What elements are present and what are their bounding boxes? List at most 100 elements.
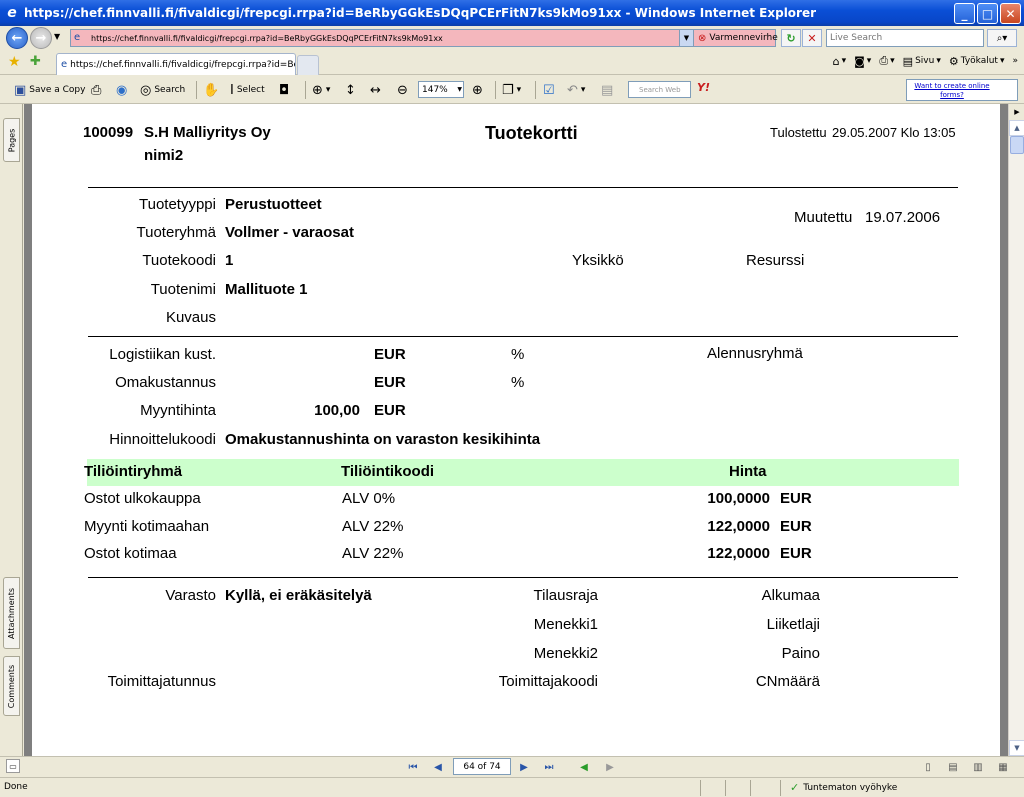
table-row-currency: EUR: [780, 518, 812, 535]
table-row-currency: EUR: [780, 490, 812, 507]
divider: [88, 577, 958, 578]
page-number-field[interactable]: 64 of 74: [453, 758, 511, 775]
toolbar-divider: [305, 81, 306, 99]
zoom-out-button[interactable]: ⊖: [397, 80, 408, 100]
next-page-icon[interactable]: ▶: [516, 759, 532, 775]
home-button[interactable]: ⌂ ▾: [833, 55, 847, 68]
previous-page-icon[interactable]: ◀: [430, 759, 446, 775]
print-button[interactable]: ⎙ ▾: [879, 54, 894, 68]
myyntihinta-value: 100,00: [314, 402, 360, 419]
email-button[interactable]: ◉: [116, 80, 127, 100]
back-button[interactable]: ←: [6, 27, 28, 49]
first-page-icon[interactable]: ⏮: [405, 759, 421, 775]
table-row-group: Ostot kotimaa: [84, 545, 177, 562]
status-divider: [780, 780, 781, 796]
table-row-code: ALV 22%: [342, 545, 404, 562]
print-doc-button[interactable]: ⎙: [91, 80, 101, 100]
table-header-band: [87, 459, 959, 486]
search-go-button[interactable]: ⌕▾: [987, 29, 1017, 47]
minimize-button[interactable]: _: [954, 3, 975, 24]
certificate-error[interactable]: ⊗ Varmennevirhe: [694, 29, 778, 47]
single-page-icon[interactable]: ▯: [920, 759, 936, 775]
zoom-dropdown-icon[interactable]: ▼: [457, 86, 462, 93]
address-input[interactable]: [91, 31, 681, 45]
company-name: S.H Malliyritys Oy: [144, 124, 271, 141]
vertical-scrollbar[interactable]: ▶ ▲ ▼: [1008, 104, 1024, 756]
toolbar-divider: [535, 81, 536, 99]
undo-button[interactable]: ↶ ▾: [567, 80, 585, 100]
zoom-out-icon: ⊖: [397, 82, 408, 98]
favorites-star-icon[interactable]: ★: [8, 54, 21, 70]
feeds-button[interactable]: ◙ ▾: [854, 55, 871, 68]
yksikko-label: Yksikkö: [572, 252, 624, 269]
tools-menu[interactable]: ⚙ Työkalut ▾: [949, 55, 1005, 68]
snapshot-button[interactable]: ◘: [279, 80, 289, 100]
page-layout-button[interactable]: ❐ ▾: [502, 80, 521, 100]
panel-expand-icon[interactable]: ▶: [1009, 104, 1024, 120]
menekki2-label: Menekki2: [533, 645, 598, 662]
zoom-level-field[interactable]: 147% ▼: [418, 81, 464, 98]
scroll-down-icon[interactable]: ▼: [1009, 740, 1024, 756]
toggle-panel-icon[interactable]: ▭: [6, 759, 20, 773]
address-dropdown-icon[interactable]: ▼: [679, 30, 693, 46]
pages-tab-label: Pages: [7, 128, 17, 152]
logistiikka-pct: %: [511, 346, 525, 363]
maximize-button[interactable]: □: [977, 3, 998, 24]
continuous-facing-icon[interactable]: ▦: [995, 759, 1011, 775]
scroll-thumb[interactable]: [1010, 136, 1024, 154]
liiketlaji-label: Liiketlaji: [766, 616, 820, 633]
myyntihinta-label: Myyntihinta: [140, 402, 216, 419]
hand-tool-button[interactable]: ✋: [203, 80, 219, 100]
close-button[interactable]: ✕: [1000, 3, 1021, 24]
stop-button[interactable]: ✕: [802, 29, 822, 47]
search-web-placeholder: Search Web: [639, 85, 681, 94]
table-row-price: 122,0000: [707, 518, 770, 535]
page-menu[interactable]: ▤ Sivu ▾: [903, 55, 941, 68]
document-viewer: Pages Attachments Comments 100099 S.H Ma…: [0, 104, 1024, 756]
address-bar[interactable]: e ▼: [70, 29, 694, 47]
live-search-input[interactable]: [827, 30, 977, 46]
refresh-button[interactable]: ↻: [781, 29, 801, 47]
go-forward-view-icon[interactable]: ▶: [602, 759, 618, 775]
add-favorite-icon[interactable]: ✚: [30, 54, 41, 69]
last-page-icon[interactable]: ⏭: [541, 759, 557, 775]
save-copy-button[interactable]: ▣ Save a Copy: [14, 80, 85, 100]
facing-page-icon[interactable]: ▥: [970, 759, 986, 775]
tuoteryhma-value: Vollmer - varaosat: [225, 224, 354, 241]
status-bar: Done ✓ Tuntematon vyöhyke: [0, 777, 1024, 797]
text-cursor-icon: Ⅰ: [230, 82, 234, 98]
status-divider: [750, 780, 751, 796]
security-zone[interactable]: ✓ Tuntematon vyöhyke: [790, 781, 897, 794]
yahoo-logo-icon[interactable]: Y!: [697, 81, 710, 94]
search-web-input[interactable]: Search Web: [628, 81, 691, 98]
fit-width-button[interactable]: ↔: [370, 80, 381, 100]
sign-button[interactable]: ☑: [543, 80, 555, 100]
history-dropdown-icon[interactable]: ▼: [54, 32, 60, 41]
select-tool-button[interactable]: Ⅰ Select: [230, 80, 265, 100]
tab-current[interactable]: e https://chef.finnvalli.fi/fivaldicgi/f…: [56, 53, 296, 75]
clipboard-button[interactable]: ▤: [601, 80, 613, 100]
chevron-more-icon[interactable]: »: [1012, 56, 1018, 66]
table-row-code: ALV 0%: [342, 490, 396, 507]
forward-button[interactable]: →: [30, 27, 52, 49]
go-back-view-icon[interactable]: ◀: [576, 759, 592, 775]
actual-size-button[interactable]: ↕: [345, 80, 356, 100]
comments-tab[interactable]: Comments: [3, 656, 20, 716]
zoom-tool-button[interactable]: ⊕ ▾: [312, 80, 330, 100]
online-forms-link[interactable]: Want to create online forms?: [906, 79, 1018, 101]
attachments-tab[interactable]: Attachments: [3, 577, 20, 649]
window-title-bar: e https://chef.finnvalli.fi/fivaldicgi/f…: [0, 0, 1024, 26]
continuous-page-icon[interactable]: ▤: [945, 759, 961, 775]
fit-width-icon: ↔: [370, 82, 381, 98]
status-divider: [725, 780, 726, 796]
page-menu-icon: ▤: [902, 54, 914, 68]
status-text: Done: [4, 782, 28, 792]
live-search-box[interactable]: [826, 29, 984, 47]
tab-label: https://chef.finnvalli.fi/fivaldicgi/fre…: [70, 59, 296, 70]
pages-tab[interactable]: Pages: [3, 118, 20, 162]
divider: [88, 187, 958, 188]
zoom-in-button[interactable]: ⊕: [472, 80, 483, 100]
scroll-up-icon[interactable]: ▲: [1009, 120, 1024, 136]
search-doc-button[interactable]: ◎ Search: [140, 80, 185, 100]
new-tab-button[interactable]: [297, 55, 319, 75]
